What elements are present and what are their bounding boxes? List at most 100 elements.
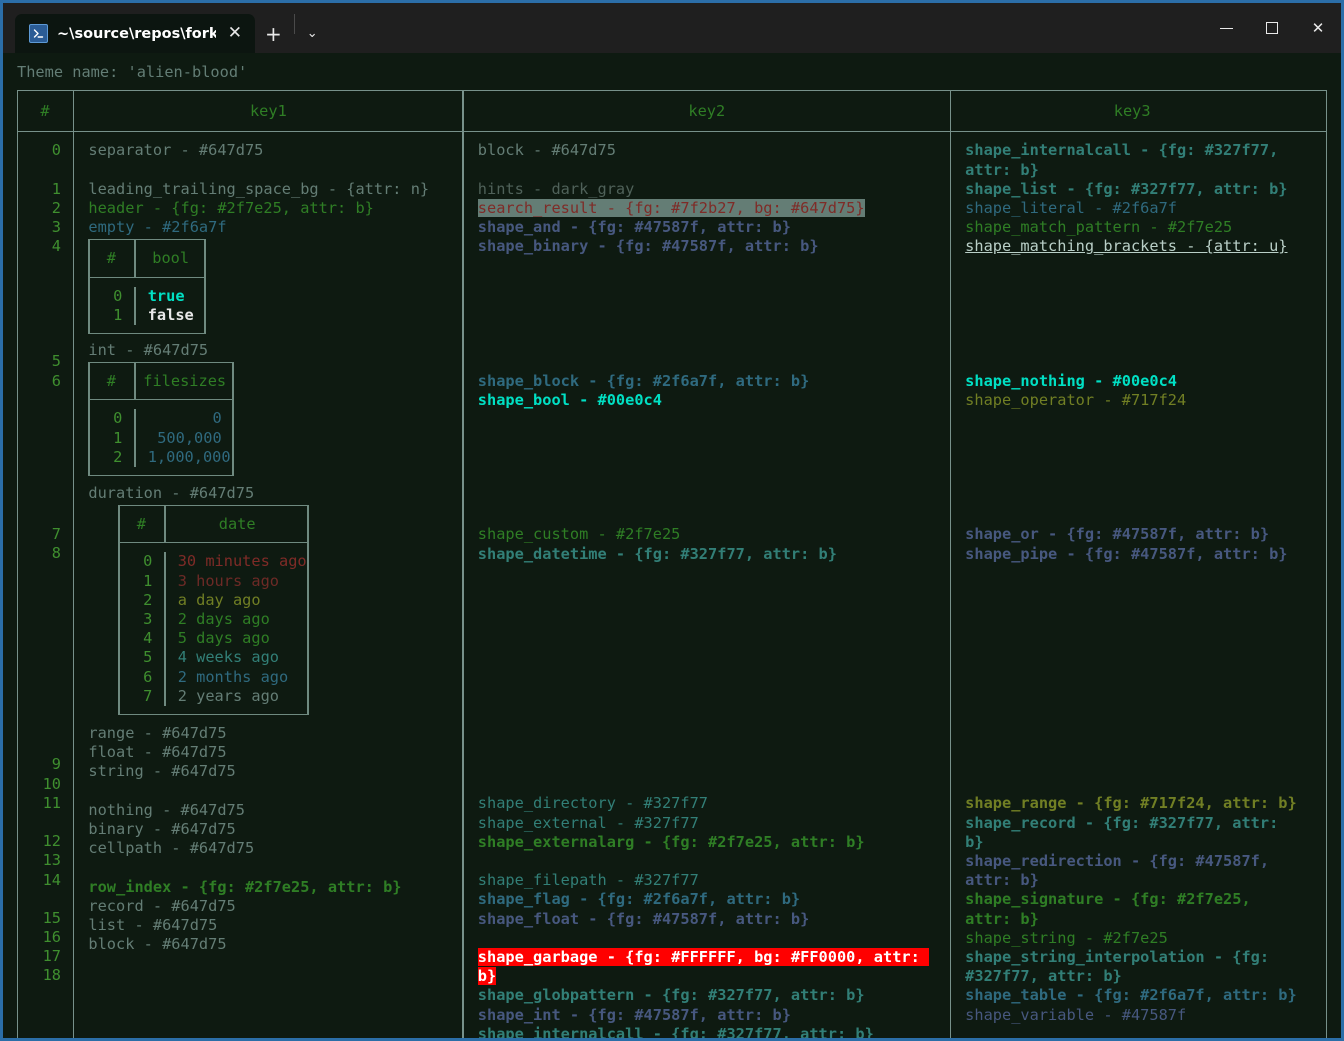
key3-blank xyxy=(965,333,1305,352)
close-tab-icon[interactable]: ✕ xyxy=(225,23,245,44)
key2-blank xyxy=(478,295,942,314)
bool-value: true xyxy=(147,286,185,305)
key1-line: record - #647d75 xyxy=(88,896,236,915)
row-index-spacer xyxy=(17,333,61,352)
minimize-button[interactable] xyxy=(1203,3,1249,53)
filesizes-row-index: 0 xyxy=(113,409,123,428)
new-tab-button[interactable]: + xyxy=(255,14,292,53)
date-row-index: 6 xyxy=(143,667,153,686)
key2-line-search-result: search_result - {fg: #7f2b27, bg: #647d7… xyxy=(477,199,942,218)
date-index-cells: 01234567 xyxy=(118,552,164,706)
key2-blank xyxy=(478,487,942,506)
terminal-window: ~\source\repos\forks\nu_scrip ✕ + ⌄ ✕ Th… xyxy=(0,0,1344,1041)
column-header-key2: key2 xyxy=(688,102,726,121)
row-index-spacer xyxy=(17,506,61,525)
key2-blank xyxy=(478,756,942,775)
key2-blank xyxy=(478,718,942,737)
date-value: 3 hours ago xyxy=(177,571,279,590)
chevron-down-icon[interactable]: ⌄ xyxy=(297,14,328,53)
terminal-tab[interactable]: ~\source\repos\forks\nu_scrip ✕ xyxy=(15,14,255,53)
table-header-row: # key1 key2 key3 xyxy=(17,91,1327,133)
filesizes-index-cells: 012 xyxy=(88,409,134,467)
maximize-button[interactable] xyxy=(1249,3,1295,53)
key2-blank xyxy=(478,468,942,487)
row-index: 5 xyxy=(51,352,61,371)
key3-blank xyxy=(965,295,1305,314)
filesizes-value-cells: 0 500,000 1,000,000 xyxy=(136,409,234,467)
search-result-highlight: search_result - {fg: #7f2b27, bg: #647d7… xyxy=(477,199,865,218)
row-index-spacer xyxy=(17,161,61,180)
key2-line: shape_flag - {fg: #2f6a7f, attr: b} xyxy=(477,890,801,909)
key1-line: empty - #2f6a7f xyxy=(88,218,227,237)
nu-table-wrapper: # key1 key2 key3 0 1 2 3 4 5 6 7 8 9 10 … xyxy=(3,90,1341,1038)
row-index: 0 xyxy=(51,141,61,160)
key3-blank xyxy=(965,353,1305,372)
date-row-index: 4 xyxy=(143,629,153,648)
key3-blank xyxy=(965,583,1305,602)
key3-line: shape_table - {fg: #2f6a7f, attr: b} xyxy=(965,986,1297,1005)
row-index: 9 xyxy=(51,755,61,774)
column-header-key1: key1 xyxy=(249,102,287,121)
key2-line: shape_externalarg - {fg: #2f7e25, attr: … xyxy=(477,832,865,851)
row-index-spacer xyxy=(17,487,61,506)
close-window-button[interactable]: ✕ xyxy=(1295,3,1341,53)
key3-line: shape_literal - #2f6a7f xyxy=(965,199,1177,218)
key2-line: shape_block - {fg: #2f6a7f, attr: b} xyxy=(477,371,810,390)
key1-blank xyxy=(88,161,454,180)
row-index-spacer xyxy=(17,717,61,736)
key1-line: block - #647d75 xyxy=(88,935,227,954)
date-value: 4 weeks ago xyxy=(177,648,279,667)
row-index: 3 xyxy=(51,218,61,237)
key3-line: shape_range - {fg: #717f24, attr: b} xyxy=(965,794,1297,813)
key2-blank xyxy=(478,449,942,468)
key3-blank xyxy=(965,468,1305,487)
key2-line: shape_custom - #2f7e25 xyxy=(477,525,681,544)
key3-blank xyxy=(965,679,1305,698)
key2-blank xyxy=(478,929,942,948)
row-index: 12 xyxy=(42,832,61,851)
key1-line: separator - #647d75 xyxy=(88,141,264,160)
date-value: 2 months ago xyxy=(177,667,289,686)
key1-blank xyxy=(88,859,454,878)
row-index: 15 xyxy=(42,908,61,927)
table-body-row: 0 1 2 3 4 5 6 7 8 9 10 11 12 13 14 15 16… xyxy=(17,132,1327,1038)
row-index-spacer xyxy=(17,295,61,314)
row-index-spacer xyxy=(17,679,61,698)
key1-line: string - #647d75 xyxy=(88,762,236,781)
key2-line: hints - dark_gray xyxy=(477,179,635,198)
date-value: a day ago xyxy=(177,590,261,609)
row-index-spacer xyxy=(17,468,61,487)
key3-line: shape_operator - #717f24 xyxy=(965,391,1187,410)
date-header-date: date xyxy=(218,515,256,534)
key2-blank xyxy=(478,506,942,525)
key1-line: list - #647d75 xyxy=(88,916,218,935)
key2-line: shape_and - {fg: #47587f, attr: b} xyxy=(477,218,791,237)
key3-blank xyxy=(965,314,1305,333)
key3-blank xyxy=(965,1025,1305,1038)
row-index-spacer xyxy=(17,257,61,276)
key1-line: float - #647d75 xyxy=(88,743,227,762)
key1-line: range - #647d75 xyxy=(88,724,227,743)
key2-blank xyxy=(478,737,942,756)
key3-blank xyxy=(965,775,1305,794)
key3-line: shape_string_interpolation - {fg: #327f7… xyxy=(965,947,1279,986)
key3-blank xyxy=(965,487,1305,506)
date-row-index: 0 xyxy=(143,552,153,571)
key1-line: int - #647d75 xyxy=(88,341,209,360)
filesizes-row-index: 1 xyxy=(113,428,123,447)
row-index-list: 0 1 2 3 4 5 6 7 8 9 10 11 12 13 14 15 16… xyxy=(17,141,73,985)
terminal-content[interactable]: Theme name: 'alien-blood' # key1 key2 ke… xyxy=(3,53,1341,1038)
key3-line: shape_pipe - {fg: #47587f, attr: b} xyxy=(965,544,1288,563)
row-index-spacer xyxy=(17,640,61,659)
date-value: 30 minutes ago xyxy=(177,552,307,571)
filesizes-row-index: 2 xyxy=(113,447,123,466)
key2-line: shape_filepath - #327f77 xyxy=(477,871,699,890)
key2-blank xyxy=(478,564,942,583)
key2-line: block - #647d75 xyxy=(477,141,616,160)
row-index-spacer xyxy=(17,621,61,640)
row-index-spacer xyxy=(17,448,61,467)
window-controls: ✕ xyxy=(1203,3,1341,53)
key2-blank xyxy=(478,276,942,295)
key2-blank xyxy=(478,698,942,717)
filesizes-value: 1,000,000 xyxy=(147,447,231,466)
